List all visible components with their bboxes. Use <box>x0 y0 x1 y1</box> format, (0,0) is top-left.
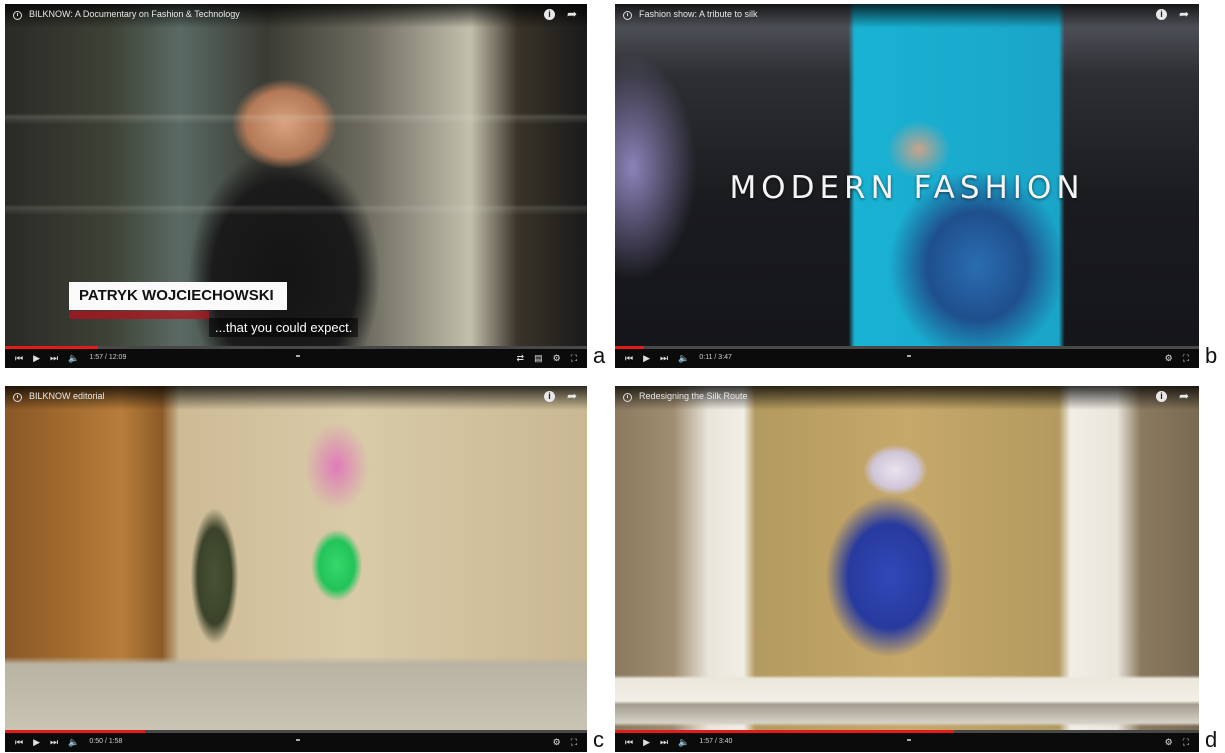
share-icon[interactable]: ➦ <box>567 7 577 21</box>
panel-label-b: b <box>1205 343 1218 368</box>
skip-next-icon[interactable]: ⏭ <box>50 353 58 363</box>
control-bar: ⏮ ▶ ⏭ 🔈 0:11 / 3:47 ⚙ ⛶ <box>615 346 1199 368</box>
overlay-title: MODERN FASHION <box>729 170 1085 206</box>
volume-icon[interactable]: 🔈 <box>678 353 689 363</box>
panel-label-a: a <box>593 343 606 368</box>
clock-icon[interactable] <box>13 11 22 20</box>
play-icon[interactable]: ▶ <box>33 353 40 363</box>
panel-label-d: d <box>1205 727 1218 752</box>
panel-label-c: c <box>593 727 604 752</box>
skip-back-icon[interactable]: ⏮ <box>15 737 23 747</box>
video-panel-d: Redesigning the Silk Route i ➦ ⏮ ▶ ⏭ 🔈 1… <box>615 386 1199 752</box>
info-icon[interactable]: i <box>544 9 555 20</box>
time-display: 0:50 / 1:58 <box>89 738 123 745</box>
settings-icon[interactable]: ⚙ <box>1165 353 1173 363</box>
video-player-a[interactable]: PATRYK WOJCIECHOWSKI ...that you could e… <box>5 4 587 368</box>
chapter-marker <box>296 355 300 357</box>
progress-bar[interactable] <box>5 730 587 733</box>
settings-icon[interactable]: ⚙ <box>1165 737 1173 747</box>
skip-next-icon[interactable]: ⏭ <box>660 353 668 363</box>
clock-icon[interactable] <box>13 393 22 402</box>
info-icon[interactable]: i <box>1156 391 1167 402</box>
video-title[interactable]: Fashion show: A tribute to silk <box>639 9 758 19</box>
video-panel-b: MODERN FASHION Fashion show: A tribute t… <box>615 4 1199 368</box>
share-icon[interactable]: ➦ <box>1179 389 1189 403</box>
top-bar: BILKNOW editorial i ➦ <box>5 386 587 410</box>
info-icon[interactable]: i <box>1156 9 1167 20</box>
chapter-marker <box>296 739 300 741</box>
video-title[interactable]: BILKNOW editorial <box>29 391 105 401</box>
video-title[interactable]: Redesigning the Silk Route <box>639 391 748 401</box>
skip-back-icon[interactable]: ⏮ <box>625 737 633 747</box>
fullscreen-icon[interactable]: ⛶ <box>571 353 577 363</box>
video-player-b[interactable]: MODERN FASHION Fashion show: A tribute t… <box>615 4 1199 368</box>
settings-icon[interactable]: ⚙ <box>553 737 561 747</box>
play-icon[interactable]: ▶ <box>643 737 650 747</box>
skip-next-icon[interactable]: ⏭ <box>660 737 668 747</box>
play-icon[interactable]: ▶ <box>33 737 40 747</box>
volume-icon[interactable]: 🔈 <box>68 737 79 747</box>
top-bar: Redesigning the Silk Route i ➦ <box>615 386 1199 410</box>
control-bar: ⏮ ▶ ⏭ 🔈 1:57 / 12:09 ⇄ ▤ ⚙ ⛶ <box>5 346 587 368</box>
time-display: 1:57 / 12:09 <box>89 354 127 361</box>
control-bar: ⏮ ▶ ⏭ 🔈 1:57 / 3:40 ⚙ ⛶ <box>615 730 1199 752</box>
captions-icon[interactable]: ▤ <box>534 353 543 363</box>
progress-bar[interactable] <box>615 730 1199 733</box>
settings-icon[interactable]: ⚙ <box>553 353 561 363</box>
autoplay-toggle-icon[interactable]: ⇄ <box>517 353 525 363</box>
name-card-subline <box>69 311 209 319</box>
video-player-d[interactable]: Redesigning the Silk Route i ➦ ⏮ ▶ ⏭ 🔈 1… <box>615 386 1199 752</box>
time-display: 0:11 / 3:47 <box>699 354 732 361</box>
share-icon[interactable]: ➦ <box>1179 7 1189 21</box>
video-title[interactable]: BILKNOW: A Documentary on Fashion & Tech… <box>29 9 240 19</box>
video-panel-c: BILKNOW editorial i ➦ ⏮ ▶ ⏭ 🔈 0:50 / 1:5… <box>5 386 587 752</box>
balcony-rail <box>615 386 1199 752</box>
fullscreen-icon[interactable]: ⛶ <box>1183 737 1189 747</box>
volume-icon[interactable]: 🔈 <box>678 737 689 747</box>
play-icon[interactable]: ▶ <box>643 353 650 363</box>
subtitle-caption: ...that you could expect. <box>209 318 359 337</box>
progress-bar[interactable] <box>5 346 587 349</box>
volume-icon[interactable]: 🔈 <box>68 353 79 363</box>
top-bar: Fashion show: A tribute to silk i ➦ <box>615 4 1199 28</box>
ground-c <box>5 386 587 752</box>
top-bar: BILKNOW: A Documentary on Fashion & Tech… <box>5 4 587 28</box>
clock-icon[interactable] <box>623 393 632 402</box>
skip-next-icon[interactable]: ⏭ <box>50 737 58 747</box>
clock-icon[interactable] <box>623 11 632 20</box>
video-panel-a: PATRYK WOJCIECHOWSKI ...that you could e… <box>5 4 587 368</box>
fullscreen-icon[interactable]: ⛶ <box>571 737 577 747</box>
name-card: PATRYK WOJCIECHOWSKI <box>69 282 287 310</box>
chapter-marker <box>907 355 911 357</box>
progress-bar[interactable] <box>615 346 1199 349</box>
skip-back-icon[interactable]: ⏮ <box>625 353 633 363</box>
chapter-marker <box>907 739 911 741</box>
info-icon[interactable]: i <box>544 391 555 402</box>
fullscreen-icon[interactable]: ⛶ <box>1183 353 1189 363</box>
video-player-c[interactable]: BILKNOW editorial i ➦ ⏮ ▶ ⏭ 🔈 0:50 / 1:5… <box>5 386 587 752</box>
time-display: 1:57 / 3:40 <box>699 738 733 745</box>
share-icon[interactable]: ➦ <box>567 389 577 403</box>
control-bar: ⏮ ▶ ⏭ 🔈 0:50 / 1:58 ⚙ ⛶ <box>5 730 587 752</box>
skip-back-icon[interactable]: ⏮ <box>15 353 23 363</box>
